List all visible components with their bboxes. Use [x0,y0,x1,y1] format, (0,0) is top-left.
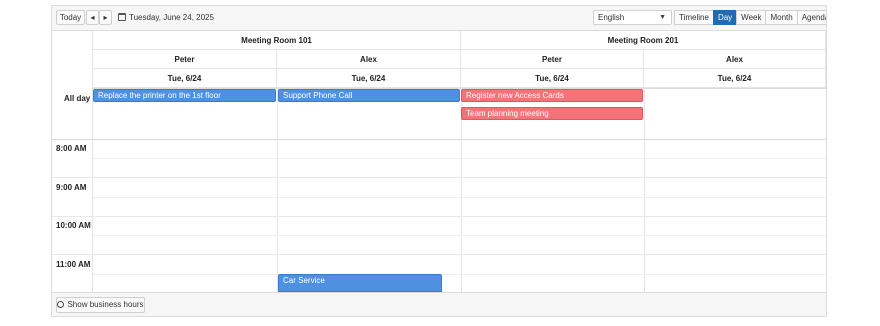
divider [52,254,826,255]
event-team-planning-meeting[interactable]: Team planning meeting [461,107,643,120]
clock-icon [57,301,65,308]
divider [93,274,826,275]
divider [93,235,826,236]
view-day-button[interactable]: Day [712,10,738,25]
date-picker[interactable]: Tuesday, June 24, 2025 [118,10,214,25]
resource-header: Peter [461,50,644,69]
divider [52,177,826,178]
date-header: Tue, 6/24 [277,69,461,88]
divider [644,88,645,292]
time-slot-label: 10:00 AM [56,221,91,230]
date-header: Tue, 6/24 [644,69,826,88]
scheduler-grid: Meeting Room 101 Meeting Room 201 Peter … [52,31,826,292]
divider [277,88,278,292]
event-replace-printer[interactable]: Replace the printer on the 1st floor [93,89,276,102]
resource-header: Peter [93,50,277,69]
room-header-201: Meeting Room 201 [461,31,826,50]
event-car-service[interactable]: Car Service [278,274,442,292]
time-slot-label: 8:00 AM [56,144,87,153]
event-register-access-cards[interactable]: Register new Access Cards [461,89,643,102]
show-business-hours-button[interactable]: Show business hours [56,297,145,313]
resource-header: Alex [644,50,826,69]
scheduler-toolbar: Today ◂ ▸ Tuesday, June 24, 2025 English… [52,6,826,31]
scheduler: Today ◂ ▸ Tuesday, June 24, 2025 English… [51,5,827,317]
date-header: Tue, 6/24 [93,69,277,88]
next-button[interactable]: ▸ [99,10,112,25]
view-agenda-button[interactable]: Agenda [796,10,826,25]
divider [93,197,826,198]
calendar-icon [118,13,126,21]
chevron-down-icon: ▼ [659,14,666,21]
time-slot-label: 11:00 AM [56,260,91,269]
today-button[interactable]: Today [56,10,85,25]
view-timeline-button[interactable]: Timeline [674,10,714,25]
divider [52,139,826,140]
date-header: Tue, 6/24 [461,69,644,88]
all-day-label: All day [64,94,91,103]
event-support-phone-call[interactable]: Support Phone Call [278,89,460,102]
divider [52,216,826,217]
prev-button[interactable]: ◂ [86,10,99,25]
view-month-button[interactable]: Month [765,10,798,25]
time-slot-label: 9:00 AM [56,183,87,192]
language-select[interactable]: English ▼ [593,10,672,25]
resource-header: Alex [277,50,461,69]
business-hours-label: Show business hours [67,300,144,309]
current-date-label: Tuesday, June 24, 2025 [129,13,214,22]
view-switcher: Timeline Day Week Month Agenda [674,10,826,25]
scheduler-footer: Show business hours [52,292,826,316]
divider [93,158,826,159]
time-column [52,31,93,292]
language-value: English [598,13,625,22]
view-week-button[interactable]: Week [736,10,767,25]
room-header-101: Meeting Room 101 [93,31,461,50]
